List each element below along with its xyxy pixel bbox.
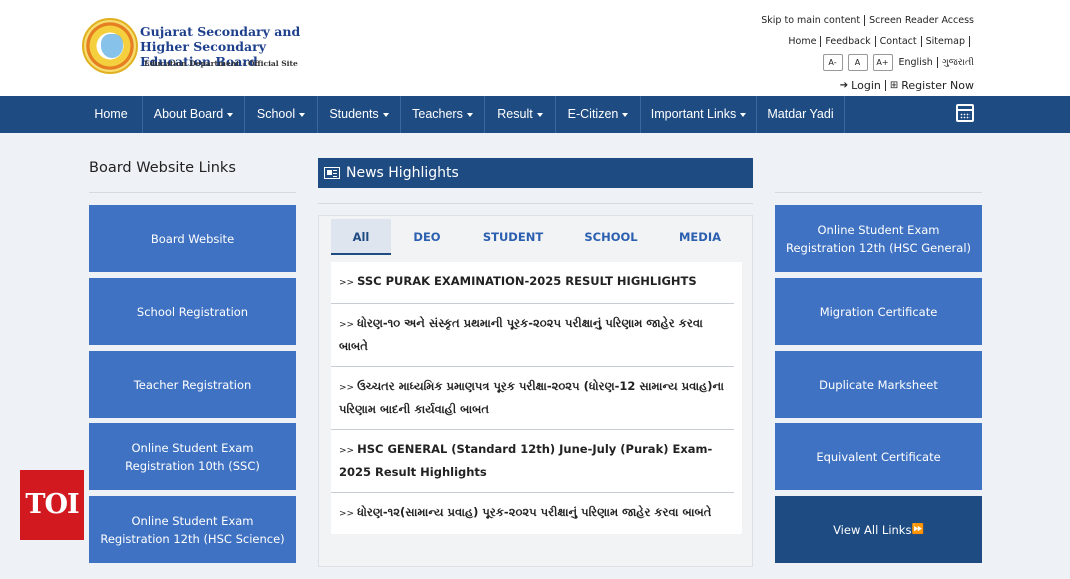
main-navbar: Home About Board School Students Teachers Res… [0,96,1070,133]
nav-menu: Home About Board School Students Teachers Res… [80,96,845,133]
font-increase-button[interactable]: A+ [872,54,893,71]
left-link-tile[interactable]: Online Student Exam Registration 12th (H… [89,496,296,563]
divider [318,203,753,204]
nav-item-label: School [256,107,296,121]
nav-item-label: Important Links [650,107,737,121]
nav-item-school[interactable]: School [245,96,318,133]
nav-item-result[interactable]: Result [485,96,556,133]
screen-reader-link[interactable]: Screen Reader Access [869,14,974,28]
news-item-text: ઉચ્ચતર માધ્યમિક પ્રમાણપત્ર પૂરક પરીક્ષા-… [339,379,724,416]
lang-english-link[interactable]: English [899,56,933,70]
double-chevron-icon: >> [339,320,355,330]
nav-item-e-citizen[interactable]: E-Citizen [556,96,641,133]
feedback-link[interactable]: Feedback [825,35,870,49]
news-highlights-header: News Highlights [318,158,753,188]
view-all-links-button[interactable]: View All Links ⏩ [775,496,982,563]
nav-item-important-links[interactable]: Important Links [641,96,757,133]
calendar-icon[interactable] [956,104,974,122]
double-chevron-icon: >> [339,383,355,393]
nav-item-label: Students [329,107,379,121]
tab-deo[interactable]: DEO [391,219,463,255]
left-link-tile[interactable]: Teacher Registration [89,351,296,418]
caret-down-icon [536,112,543,117]
nav-item-label: About Board [153,107,224,121]
nav-item-home[interactable]: Home [80,96,143,133]
double-chevron-icon: >> [339,509,355,519]
home-link[interactable]: Home [788,35,816,49]
register-label: Register Now [901,78,974,92]
news-item[interactable]: >> ધોરણ-૧૦ અને સંસ્કૃત પ્રથમાની પૂરક-૨૦૨૫… [331,304,734,367]
news-item[interactable]: >> SSC PURAK EXAMINATION-2025 RESULT HIGH… [331,262,734,304]
login-icon: ➔ [839,79,849,91]
sitemap-link[interactable]: Sitemap [926,35,965,49]
divider [89,192,296,193]
login-link[interactable]: ➔ Login [840,79,881,93]
news-item-text: HSC GENERAL (Standard 12th) June-July (P… [339,442,713,479]
nav-item-label: E-Citizen [567,107,619,121]
caret-down-icon [740,112,747,117]
nav-item-label: Matdar Yadi [767,107,834,121]
logo-subtitle: Education Department - Official Site [144,59,298,68]
news-item[interactable]: >> HSC GENERAL (Standard 12th) June-July … [331,430,734,493]
nav-item-teachers[interactable]: Teachers [401,96,485,133]
login-label: Login [851,78,881,92]
tab-media[interactable]: MEDIA [659,219,741,255]
tab-all[interactable]: All [331,219,391,255]
news-highlights-title: News Highlights [346,165,459,181]
nav-item-label: Teachers [412,107,463,121]
left-link-tile[interactable]: Online Student Exam Registration 10th (S… [89,423,296,490]
tab-school[interactable]: SCHOOL [563,219,659,255]
nav-item-label: Result [497,107,533,121]
news-panel: All DEO STUDENT SCHOOL MEDIA >> SSC PURAK EXA… [318,215,753,567]
board-seal-icon [82,18,138,74]
left-link-tile[interactable]: School Registration [89,278,296,345]
double-chevron-icon: >> [339,446,355,456]
divider [775,192,982,193]
font-decrease-button[interactable]: A- [822,54,843,71]
news-item-text: SSC PURAK EXAMINATION-2025 RESULT HIGHLI… [357,274,697,288]
nav-item-matdar-yadi[interactable]: Matdar Yadi [757,96,845,133]
right-link-tile[interactable]: Online Student Exam Registration 12th (H… [775,205,982,272]
news-tabs: All DEO STUDENT SCHOOL MEDIA [331,219,741,255]
register-link[interactable]: ⊞ Register Now [890,79,974,93]
fast-forward-icon: ⏩ [911,523,924,535]
lang-gujarati-link[interactable]: ગુજરાતી [942,56,974,70]
caret-down-icon [227,112,234,117]
board-logo[interactable]: Gujarat Secondary and Higher Secondary E… [82,18,322,78]
news-item-text: ધોરણ-૧૦ અને સંસ્કૃત પ્રથમાની પૂરક-૨૦૨૫ પ… [339,316,703,353]
font-normal-button[interactable]: A [847,54,868,71]
skip-to-main-link[interactable]: Skip to main content [761,14,860,28]
nav-item-about-board[interactable]: About Board [143,96,245,133]
caret-down-icon [466,112,473,117]
view-all-label: View All Links [833,522,912,537]
newspaper-icon [324,167,340,179]
plus-square-icon: ⊞ [889,79,899,91]
site-header: Gujarat Secondary and Higher Secondary E… [0,0,1070,96]
nav-item-label: Home [94,107,128,121]
right-link-tile[interactable]: Equivalent Certificate [775,423,982,490]
caret-down-icon [622,112,629,117]
contact-link[interactable]: Contact [880,35,917,49]
nav-item-students[interactable]: Students [318,96,401,133]
top-utility-links: Skip to main content Screen Reader Acces… [761,10,974,96]
left-link-tile[interactable]: Board Website [89,205,296,272]
right-link-tile[interactable]: Duplicate Marksheet [775,351,982,418]
news-item[interactable]: >> ધોરણ-૧૨(સામાન્ય પ્રવાહ) પૂરક-૨૦૨૫ પરીક… [331,493,734,534]
caret-down-icon [382,112,389,117]
tab-student[interactable]: STUDENT [463,219,563,255]
right-link-tile[interactable]: Migration Certificate [775,278,982,345]
caret-down-icon [299,112,306,117]
toi-badge: TOI [20,470,84,540]
double-chevron-icon: >> [339,278,355,288]
news-list: >> SSC PURAK EXAMINATION-2025 RESULT HIGH… [331,262,742,534]
board-links-title: Board Website Links [89,160,236,176]
news-item-text: ધોરણ-૧૨(સામાન્ય પ્રવાહ) પૂરક-૨૦૨૫ પરીક્ષ… [357,505,712,519]
news-item[interactable]: >> ઉચ્ચતર માધ્યમિક પ્રમાણપત્ર પૂરક પરીક્ષ… [331,367,734,430]
